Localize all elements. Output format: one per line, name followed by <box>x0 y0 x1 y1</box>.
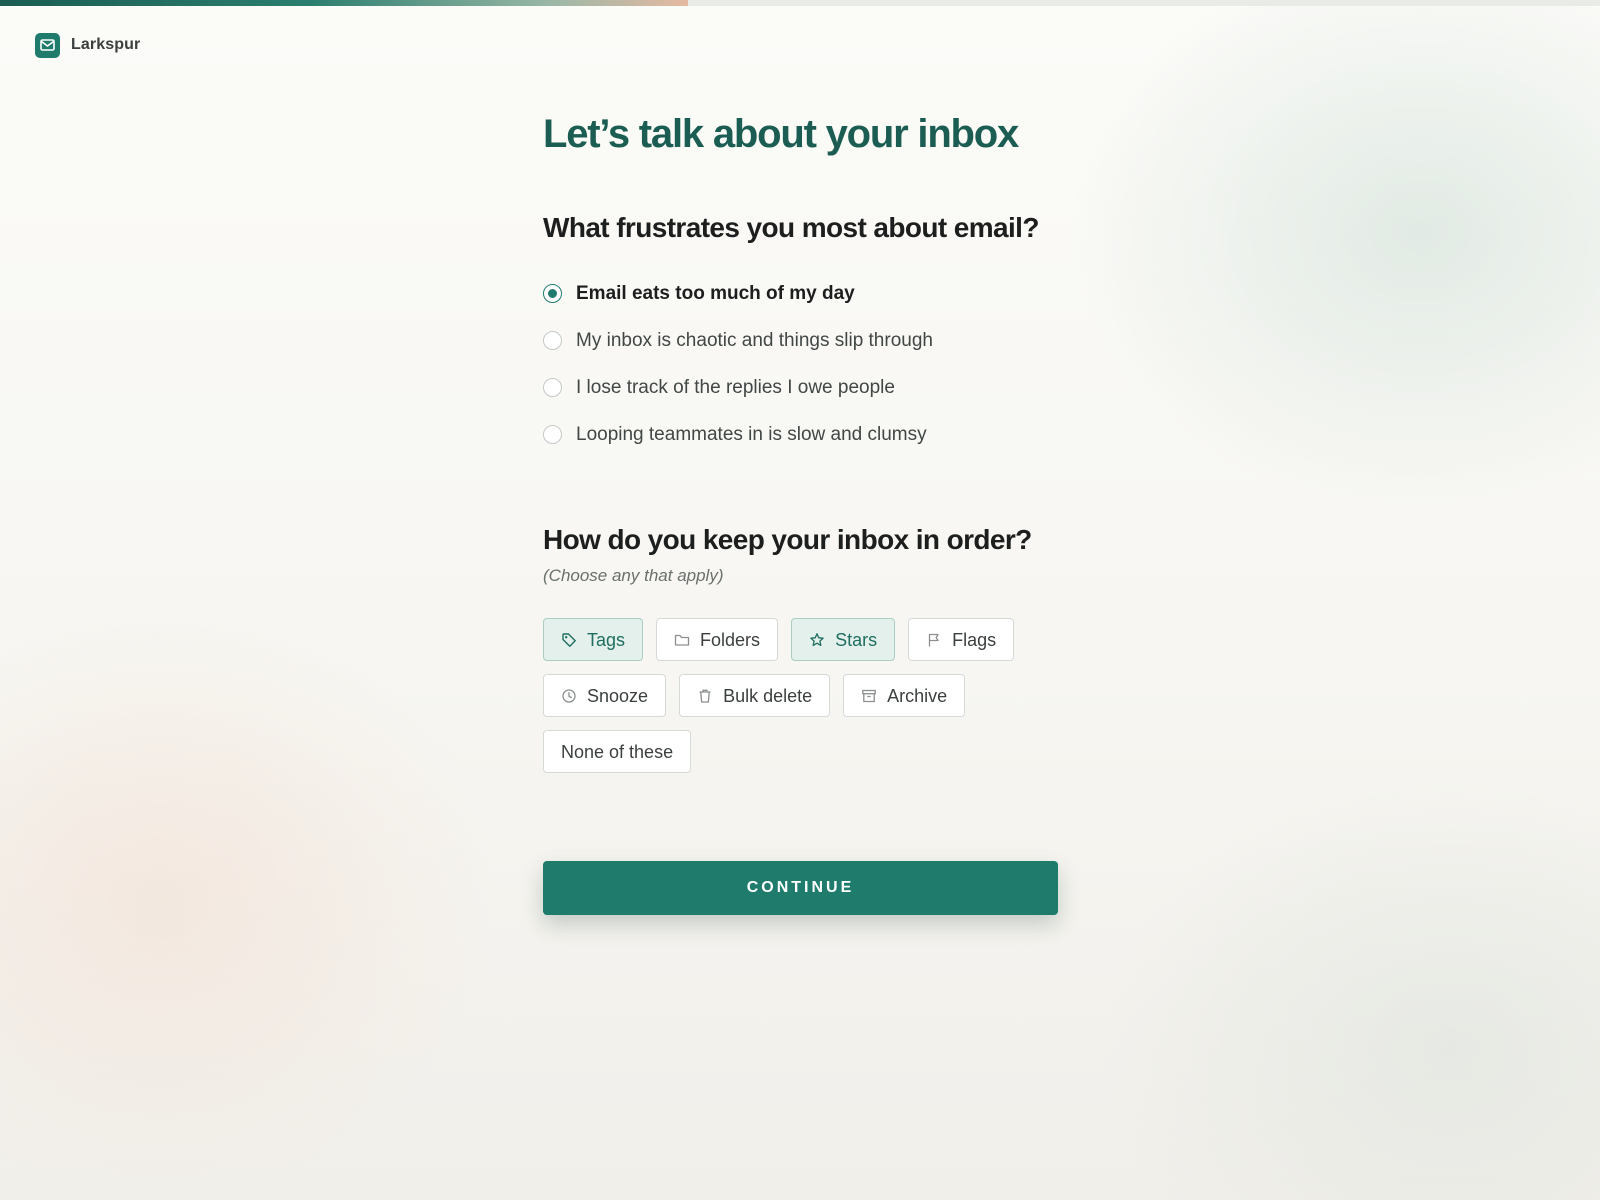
chip-stars[interactable]: Stars <box>791 618 896 661</box>
radio-option-label: Email eats too much of my day <box>576 282 855 304</box>
radio-option[interactable]: My inbox is chaotic and things slip thro… <box>543 317 1058 364</box>
chip-label: Stars <box>835 629 878 650</box>
chip-label: Flags <box>952 629 997 650</box>
chip-label: None of these <box>561 741 674 762</box>
page-title: Let’s talk about your inbox <box>543 112 1019 156</box>
radio-button[interactable] <box>543 425 562 444</box>
question-2-chips: Tags Folders Stars Flags Snooze Bulk del… <box>543 618 1058 773</box>
radio-option-label: I lose track of the replies I owe people <box>576 376 895 398</box>
radio-option[interactable]: I lose track of the replies I owe people <box>543 364 1058 411</box>
progress-bar-fill <box>0 0 688 6</box>
brand: Larkspur <box>35 32 140 58</box>
mail-icon <box>35 32 60 58</box>
archive-icon <box>861 688 877 704</box>
chip-label: Archive <box>887 685 948 706</box>
progress-bar <box>0 0 1600 6</box>
folder-icon <box>674 632 690 648</box>
clock-icon <box>561 688 577 704</box>
radio-button[interactable] <box>543 284 562 303</box>
chip-label: Bulk delete <box>723 685 813 706</box>
star-icon <box>809 632 825 648</box>
radio-option-label: My inbox is chaotic and things slip thro… <box>576 329 933 351</box>
radio-button[interactable] <box>543 331 562 350</box>
trash-icon <box>697 688 713 704</box>
chip-flags[interactable]: Flags <box>908 618 1015 661</box>
chip-bulk-delete[interactable]: Bulk delete <box>679 674 831 717</box>
question-1-options: Email eats too much of my day My inbox i… <box>543 270 1058 458</box>
chip-archive[interactable]: Archive <box>843 674 966 717</box>
chip-folders[interactable]: Folders <box>656 618 779 661</box>
chip-label: Tags <box>587 629 626 650</box>
question-1-title: What frustrates you most about email? <box>543 212 1039 243</box>
chip-snooze[interactable]: Snooze <box>543 674 667 717</box>
question-2-title: How do you keep your inbox in order? <box>543 524 1032 555</box>
chip-tags[interactable]: Tags <box>543 618 644 661</box>
radio-option[interactable]: Looping teammates in is slow and clumsy <box>543 411 1058 458</box>
chip-label: Snooze <box>587 685 649 706</box>
continue-button[interactable]: CONTINUE <box>543 861 1058 915</box>
radio-option[interactable]: Email eats too much of my day <box>543 270 1058 317</box>
tag-icon <box>561 632 577 648</box>
radio-option-label: Looping teammates in is slow and clumsy <box>576 423 927 445</box>
radio-button[interactable] <box>543 378 562 397</box>
chip-none-of-these[interactable]: None of these <box>543 730 692 773</box>
question-2-hint: (Choose any that apply) <box>543 566 724 585</box>
flag-icon <box>926 632 942 648</box>
chip-label: Folders <box>700 629 761 650</box>
brand-name: Larkspur <box>71 36 141 53</box>
onboarding-form: Let’s talk about your inbox What frustra… <box>543 108 1058 915</box>
